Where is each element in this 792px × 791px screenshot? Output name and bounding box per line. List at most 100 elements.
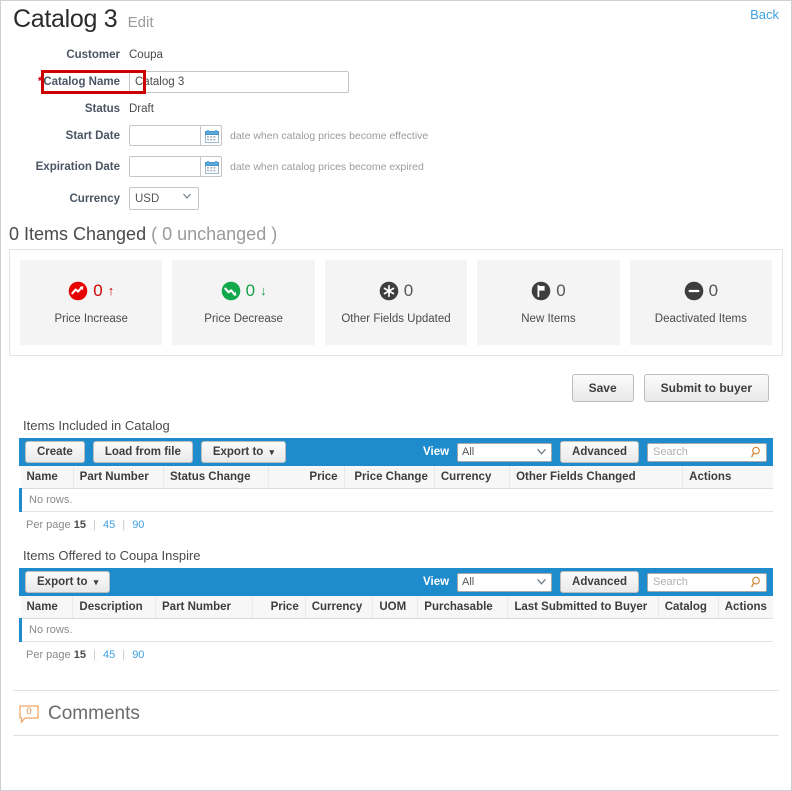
col-currency[interactable]: Currency: [305, 596, 374, 619]
back-link[interactable]: Back: [750, 7, 779, 22]
items-offered-tbody: No rows.: [19, 618, 773, 642]
search-field: [647, 442, 767, 462]
card-deactivated-items[interactable]: 0 Deactivated Items: [629, 260, 773, 345]
card-other-fields-updated[interactable]: 0 Other Fields Updated: [324, 260, 468, 345]
col-actions[interactable]: Actions: [682, 466, 773, 489]
card-other-fields-updated-top: 0: [379, 281, 413, 301]
form-row-customer: Customer Coupa: [1, 49, 791, 61]
export-to-button[interactable]: Export to ▾: [200, 441, 287, 463]
col-price[interactable]: Price: [268, 466, 345, 489]
col-uom[interactable]: UOM: [372, 596, 419, 619]
currency-select[interactable]: USD: [129, 187, 199, 210]
col-part-number[interactable]: Part Number: [155, 596, 254, 619]
expiration-date-calendar-button[interactable]: [200, 156, 222, 177]
items-included-title: Items Included in Catalog: [23, 418, 170, 433]
catalog-edit-page: Catalog 3 Edit Back Customer Coupa *Cata…: [0, 0, 792, 791]
load-from-file-button[interactable]: Load from file: [92, 441, 193, 463]
view-label: View: [423, 576, 450, 588]
col-other-fields-changed[interactable]: Other Fields Changed: [509, 466, 684, 489]
card-price-decrease-arrow: ↓: [260, 283, 267, 298]
col-actions[interactable]: Actions: [718, 596, 773, 619]
comments-section[interactable]: 0 Comments: [13, 690, 779, 725]
submit-to-buyer-button[interactable]: Submit to buyer: [643, 374, 769, 402]
per-page-sep: |: [93, 649, 96, 661]
required-marker: *: [37, 76, 43, 88]
comments-divider: [13, 735, 779, 736]
per-page-15[interactable]: 15: [74, 519, 86, 531]
expiration-date-input[interactable]: [129, 156, 201, 177]
items-changed-heading: 0 Items Changed ( 0 unchanged ): [1, 224, 791, 249]
col-currency[interactable]: Currency: [434, 466, 511, 489]
per-page-45[interactable]: 45: [103, 519, 115, 531]
export-to-label: Export to: [212, 446, 264, 458]
per-page-90[interactable]: 90: [132, 649, 144, 661]
expiration-date-hint: date when catalog prices become expired: [230, 160, 424, 173]
form-row-currency: Currency USD: [1, 187, 791, 210]
items-included-section: Items Included in Catalog Create Load fr…: [19, 412, 773, 531]
page-header: Catalog 3 Edit Back: [1, 1, 791, 37]
page-title: Catalog 3: [13, 5, 118, 33]
card-price-decrease[interactable]: 0 ↓ Price Decrease: [172, 260, 315, 345]
view-field: All: [457, 442, 553, 462]
chevron-down-icon: ▾: [269, 447, 275, 457]
col-name[interactable]: Name: [20, 596, 74, 619]
items-changed-count: 0 Items Changed: [9, 224, 147, 244]
export-to-button[interactable]: Export to ▾: [25, 571, 111, 593]
advanced-button[interactable]: Advanced: [560, 441, 639, 463]
col-price[interactable]: Price: [252, 596, 306, 619]
start-date-hint: date when catalog prices become effectiv…: [230, 129, 429, 142]
form-row-start-date: Start Date date when catalog prices beco…: [1, 125, 791, 146]
items-offered-section: Items Offered to Coupa Inspire Export to…: [19, 542, 773, 661]
per-page-15[interactable]: 15: [74, 649, 86, 661]
search-input[interactable]: [647, 442, 767, 462]
col-description[interactable]: Description: [72, 596, 156, 619]
col-status-change[interactable]: Status Change: [163, 466, 270, 489]
per-page-90[interactable]: 90: [132, 519, 144, 531]
col-catalog[interactable]: Catalog: [658, 596, 719, 619]
currency-label: Currency: [69, 192, 121, 205]
status-value: Draft: [129, 103, 154, 115]
card-price-increase-label: Price Increase: [54, 312, 128, 325]
card-new-items[interactable]: 0 New Items: [477, 260, 620, 345]
card-price-increase[interactable]: 0 ↑ Price Increase: [20, 260, 163, 345]
start-date-input[interactable]: [129, 125, 201, 146]
col-purchasable[interactable]: Purchasable: [417, 596, 509, 619]
per-page-sep: |: [122, 649, 126, 661]
items-changed-section: 0 Items Changed ( 0 unchanged ) 0 ↑ Pric…: [1, 224, 791, 356]
currency-field: USD: [129, 187, 199, 210]
calendar-icon: [205, 161, 219, 174]
card-deactivated-items-top: 0: [684, 281, 718, 301]
col-name[interactable]: Name: [20, 466, 74, 489]
comment-bubble-icon: 0: [19, 704, 39, 724]
col-price-change[interactable]: Price Change: [344, 466, 435, 489]
view-select[interactable]: All: [457, 572, 553, 592]
page-subtitle: Edit: [127, 14, 154, 31]
table-header-row: Name Part Number Status Change Price Pri…: [20, 466, 773, 489]
start-date-calendar-button[interactable]: [200, 125, 222, 146]
items-offered-thead: Name Description Part Number Price Curre…: [20, 596, 773, 619]
view-select[interactable]: All: [457, 442, 553, 462]
items-offered-table: Name Description Part Number Price Curre…: [19, 596, 773, 642]
per-page-sep: |: [122, 519, 126, 531]
calendar-icon: [205, 130, 219, 143]
save-button[interactable]: Save: [571, 374, 634, 402]
catalog-name-input[interactable]: [129, 71, 349, 93]
start-date-label: Start Date: [65, 129, 120, 142]
search-input[interactable]: [647, 572, 767, 592]
customer-value: Coupa: [129, 49, 163, 61]
search-field: [647, 572, 767, 592]
form-row-catalog-name: *Catalog Name: [1, 71, 791, 93]
card-price-increase-count: 0: [93, 280, 103, 300]
form-actions: Save Submit to buyer: [1, 356, 791, 402]
col-part-number[interactable]: Part Number: [73, 466, 164, 489]
card-price-decrease-count: 0: [245, 280, 256, 300]
create-button[interactable]: Create: [25, 441, 85, 463]
chevron-down-icon: ▾: [93, 577, 99, 587]
advanced-button[interactable]: Advanced: [560, 571, 639, 593]
card-price-increase-arrow: ↑: [107, 283, 115, 298]
col-last-submitted-to-buyer[interactable]: Last Submitted to Buyer: [507, 596, 659, 619]
per-page-45[interactable]: 45: [103, 649, 115, 661]
form-row-status: Status Draft: [1, 103, 791, 115]
card-new-items-top: 0: [531, 281, 566, 301]
empty-state-text: No rows.: [19, 618, 773, 642]
